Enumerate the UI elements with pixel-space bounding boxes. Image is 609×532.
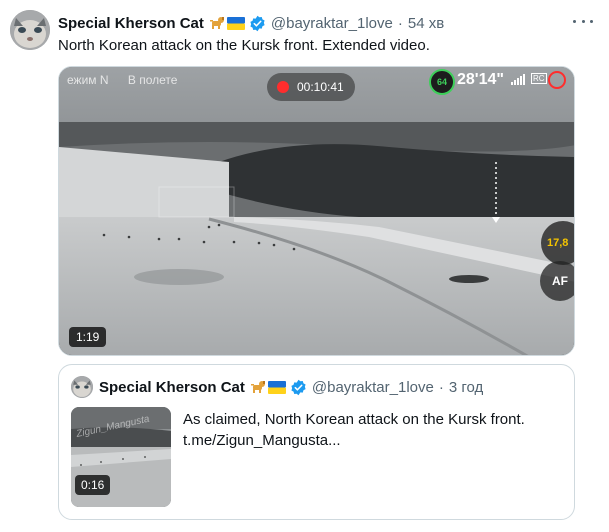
quoted-text-line1: As claimed, North Korean attack on the K…: [183, 411, 525, 428]
tweet-video[interactable]: ежим N В полете 00:10:41 64 28'14" RC 17…: [58, 66, 575, 356]
tweet-text: North Korean attack on the Kursk front. …: [58, 37, 430, 54]
battery-indicator: 64: [429, 69, 455, 95]
tweet-time[interactable]: 54 хв: [408, 15, 444, 32]
quoted-time: 3 год: [448, 378, 484, 396]
record-dot-icon: [277, 81, 289, 93]
recording-timer: 00:10:41: [267, 73, 355, 101]
osd-mode-readout: ежим N В полете: [67, 73, 177, 87]
verified-badge-icon: [249, 15, 266, 32]
verified-badge-icon: [290, 379, 307, 396]
video-duration: 1:19: [69, 327, 107, 347]
ukraine-flag-emoji: [267, 380, 286, 394]
author-name[interactable]: Special Kherson Cat: [58, 15, 204, 32]
author-handle[interactable]: @bayraktar_1love: [271, 15, 393, 32]
record-icon: [548, 71, 566, 89]
quoted-author-avatar: [71, 376, 93, 398]
recording-time: 00:10:41: [297, 80, 344, 94]
video-frame: [59, 67, 574, 355]
dot-separator: ·: [438, 378, 444, 396]
af-button: AF: [540, 261, 574, 301]
quoted-emoji-group: [250, 379, 286, 395]
quoted-text: As claimed, North Korean attack on the K…: [183, 409, 525, 451]
rc-label: RC: [531, 73, 547, 84]
signal-bars-icon: [511, 73, 525, 85]
quoted-handle: @bayraktar_1love: [311, 378, 434, 396]
dog-emoji: [209, 17, 224, 29]
dog-emoji: [250, 381, 265, 393]
author-avatar[interactable]: [10, 10, 50, 50]
more-options-icon[interactable]: [573, 14, 593, 28]
quoted-header: Special Kherson Cat @bayraktar_1love · 3…: [71, 376, 484, 398]
author-emoji-group: [209, 15, 245, 31]
flight-time: 28'14": [457, 71, 504, 88]
dot-separator: ·: [397, 14, 403, 32]
quoted-video-duration: 0:16: [75, 475, 111, 495]
ukraine-flag-emoji: [226, 16, 245, 30]
quoted-text-line2[interactable]: t.me/Zigun_Mangusta...: [183, 430, 525, 451]
osd-mode: ежим N: [67, 73, 109, 87]
tweet-header: Special Kherson Cat @bayraktar_1love · 5…: [58, 13, 444, 33]
osd-flight-status: В полете: [127, 73, 178, 87]
quoted-tweet[interactable]: Special Kherson Cat @bayraktar_1love · 3…: [58, 364, 575, 520]
quoted-author-name: Special Kherson Cat: [99, 378, 245, 396]
